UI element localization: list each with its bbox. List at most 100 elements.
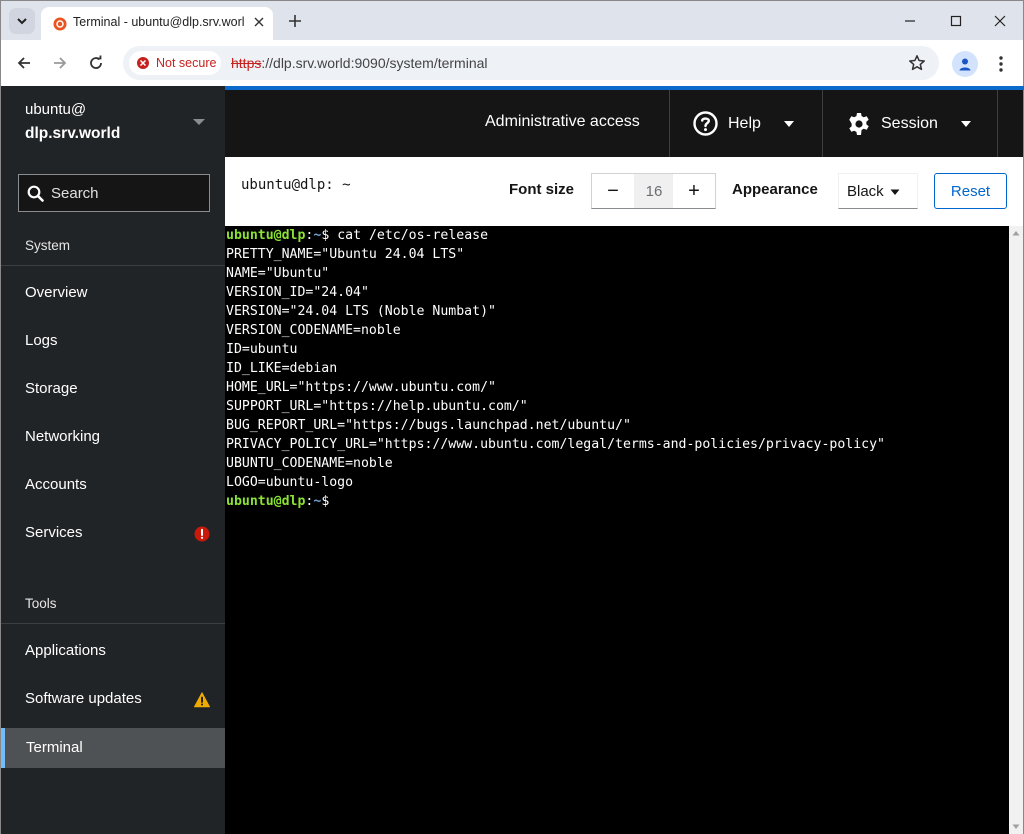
arrow-left-icon xyxy=(17,57,30,69)
caret-down-icon xyxy=(890,189,900,195)
sidebar-item-label: Overview xyxy=(25,284,88,301)
terminal-output-line: ID=ubuntu xyxy=(226,342,298,357)
sidebar-item-overview[interactable]: Overview xyxy=(1,273,226,313)
window-close-button[interactable] xyxy=(977,1,1023,41)
terminal-title: ubuntu@dlp: ~ xyxy=(241,177,351,193)
sidebar-item-label: Applications xyxy=(25,642,106,659)
scroll-down-icon[interactable] xyxy=(1012,824,1020,830)
warning-circle-icon xyxy=(137,57,149,69)
sidebar-item-software-updates[interactable]: Software updates xyxy=(1,679,226,719)
font-size-stepper: − 16 + xyxy=(591,173,716,209)
font-size-increase-button[interactable]: + xyxy=(673,174,715,208)
appearance-select[interactable]: Black xyxy=(838,173,918,209)
sidebar-item-label: Terminal xyxy=(26,739,83,756)
prompt-user: ubuntu@dlp xyxy=(226,494,306,509)
terminal-output-line: ID_LIKE=debian xyxy=(226,361,338,376)
terminal-command: cat /etc/os-release xyxy=(329,228,489,243)
profile-button[interactable] xyxy=(952,51,978,77)
url-rest: ://dlp.srv.world:9090/system/terminal xyxy=(261,55,488,71)
bookmark-button[interactable] xyxy=(907,53,927,73)
search-icon xyxy=(27,185,44,202)
maximize-icon xyxy=(950,15,962,27)
address-bar[interactable]: Not secure https://dlp.srv.world:9090/sy… xyxy=(123,46,939,80)
more-vertical-icon xyxy=(999,56,1003,72)
search-input[interactable]: Search xyxy=(18,174,210,212)
sidebar-item-label: Software updates xyxy=(25,690,142,707)
sidebar: ubuntu@ dlp.srv.world Search System Over… xyxy=(0,86,226,834)
terminal-output-line: PRIVACY_POLICY_URL="https://www.ubuntu.c… xyxy=(226,437,885,452)
reset-button[interactable]: Reset xyxy=(934,173,1007,209)
tab-search-button[interactable] xyxy=(9,8,35,34)
arrow-right-icon xyxy=(54,57,67,69)
sidebar-item-applications[interactable]: Applications xyxy=(1,631,226,671)
font-size-label: Font size xyxy=(509,181,575,198)
divider xyxy=(997,90,998,157)
appearance-label: Appearance xyxy=(732,181,818,198)
font-size-value[interactable]: 16 xyxy=(634,174,674,208)
divider xyxy=(1,623,226,624)
host-name: dlp.srv.world xyxy=(25,125,121,142)
url-scheme: https xyxy=(231,55,262,71)
host-user: ubuntu@ xyxy=(25,101,87,118)
maximize-button[interactable] xyxy=(933,1,979,41)
security-indicator[interactable]: Not secure xyxy=(129,51,221,75)
session-button[interactable]: Session xyxy=(847,90,972,157)
chevron-down-icon xyxy=(17,18,27,25)
sidebar-item-label: Storage xyxy=(25,380,78,397)
divider xyxy=(1,265,226,266)
sidebar-item-label: Accounts xyxy=(25,476,87,493)
terminal-prompt-line: ubuntu@dlp:~$ xyxy=(226,492,329,511)
terminal-output-line: NAME="Ubuntu" xyxy=(226,266,330,281)
sidebar-item-storage[interactable]: Storage xyxy=(1,369,226,409)
browser-toolbar: Not secure https://dlp.srv.world:9090/sy… xyxy=(0,40,1024,86)
question-circle-icon xyxy=(693,111,718,136)
sidebar-item-label: Networking xyxy=(25,428,101,445)
terminal-output-line: VERSION_ID="24.04" xyxy=(226,285,369,300)
close-icon xyxy=(254,17,264,27)
sidebar-item-services[interactable]: Services xyxy=(1,513,226,553)
back-button[interactable] xyxy=(9,48,39,78)
terminal-scrollbar[interactable] xyxy=(1009,226,1024,834)
browser-tab-bar: Terminal - ubuntu@dlp.srv.world xyxy=(0,0,1024,41)
help-button[interactable]: Help xyxy=(693,90,795,157)
forward-button[interactable] xyxy=(45,48,75,78)
browser-tab[interactable]: Terminal - ubuntu@dlp.srv.world xyxy=(41,7,273,41)
divider xyxy=(669,90,670,157)
new-tab-button[interactable] xyxy=(284,10,306,32)
caret-down-icon xyxy=(960,120,971,127)
sidebar-item-networking[interactable]: Networking xyxy=(1,417,226,457)
terminal-screen[interactable]: ubuntu@dlp:~$ cat /etc/os-release PRETTY… xyxy=(225,226,1009,834)
close-icon xyxy=(994,15,1006,27)
terminal-output-line: HOME_URL="https://www.ubuntu.com/" xyxy=(226,380,496,395)
scroll-up-icon[interactable] xyxy=(1012,230,1020,236)
section-title-system: System xyxy=(25,238,71,253)
tab-close-button[interactable] xyxy=(250,13,268,31)
tab-title: Terminal - ubuntu@dlp.srv.world xyxy=(73,15,245,29)
warning-icon xyxy=(194,692,210,708)
administrative-access-button[interactable]: Administrative access xyxy=(485,113,640,131)
gear-icon xyxy=(849,112,869,135)
caret-down-icon xyxy=(193,119,205,125)
terminal-output-line: LOGO=ubuntu-logo xyxy=(226,475,354,490)
reload-button[interactable] xyxy=(81,48,111,78)
sidebar-item-logs[interactable]: Logs xyxy=(1,321,226,361)
sidebar-item-label: Logs xyxy=(25,332,58,349)
error-icon xyxy=(194,526,210,542)
minimize-button[interactable] xyxy=(887,1,933,41)
masthead: Administrative access Help Session xyxy=(225,86,1024,157)
sidebar-item-terminal[interactable]: Terminal xyxy=(1,728,226,768)
search-label: Search xyxy=(51,185,99,202)
terminal-output-line: VERSION="24.04 LTS (Noble Numbat)" xyxy=(226,304,496,319)
font-size-decrease-button[interactable]: − xyxy=(592,174,634,208)
caret-down-icon xyxy=(783,120,794,127)
url-text[interactable]: https://dlp.srv.world:9090/system/termin… xyxy=(231,55,488,71)
terminal-output-line: BUG_REPORT_URL="https://bugs.launchpad.n… xyxy=(226,418,631,433)
host-switcher[interactable]: ubuntu@ dlp.srv.world xyxy=(1,86,226,158)
prompt-symbol: $ xyxy=(321,494,330,509)
help-label: Help xyxy=(728,114,761,132)
sidebar-item-accounts[interactable]: Accounts xyxy=(1,465,226,505)
security-label: Not secure xyxy=(156,56,217,70)
sidebar-item-label: Services xyxy=(25,524,83,541)
browser-menu-button[interactable] xyxy=(991,51,1011,77)
appearance-value: Black xyxy=(847,183,884,200)
